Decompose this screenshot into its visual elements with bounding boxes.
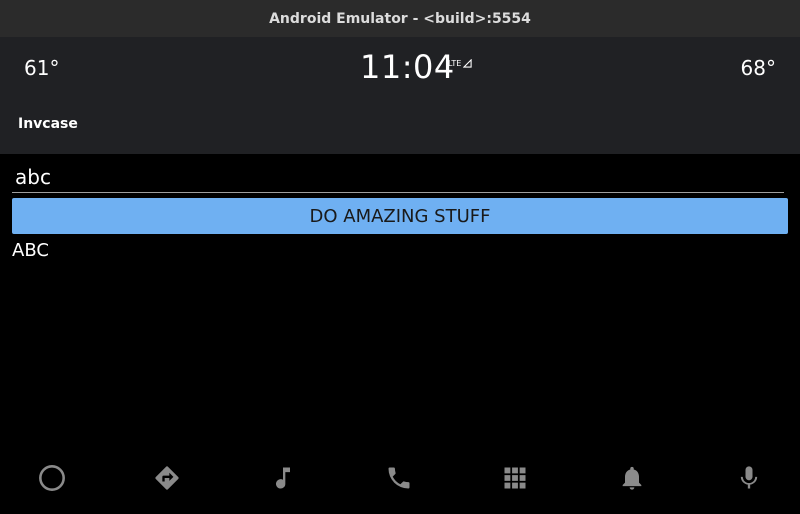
driver-temperature[interactable]: 61°: [24, 56, 59, 80]
main-content: DO AMAZING STUFF ABC: [0, 154, 800, 444]
notifications-button[interactable]: [612, 458, 652, 498]
passenger-temperature[interactable]: 68°: [741, 56, 776, 80]
navigation-button[interactable]: [147, 458, 187, 498]
phone-button[interactable]: [379, 458, 419, 498]
signal-strength-icon: [463, 59, 472, 68]
microphone-icon: [740, 466, 758, 489]
navigation-bar: [0, 444, 800, 514]
output-text: ABC: [12, 240, 49, 261]
home-button[interactable]: [32, 458, 72, 498]
voice-assistant-button[interactable]: [729, 458, 769, 498]
do-amazing-stuff-button[interactable]: DO AMAZING STUFF: [12, 198, 788, 234]
app-launcher-button[interactable]: [495, 458, 535, 498]
navigation-icon: [155, 466, 179, 490]
status-bar: 61° 11:04 LTE 68° Invcase: [0, 37, 800, 154]
network-type: LTE: [448, 59, 462, 68]
music-icon: [276, 467, 290, 489]
phone-icon: [388, 467, 410, 489]
home-icon: [39, 465, 65, 491]
app-title: Invcase: [18, 116, 78, 132]
network-status: LTE: [448, 59, 472, 68]
window-titlebar: Android Emulator - <build>:5554: [0, 0, 800, 37]
notification-bell-icon: [622, 466, 642, 490]
music-button[interactable]: [263, 458, 303, 498]
text-input[interactable]: [12, 162, 784, 193]
clock: 11:04: [360, 48, 455, 86]
app-grid-icon: [504, 467, 526, 489]
window-title: Android Emulator - <build>:5554: [269, 10, 531, 27]
